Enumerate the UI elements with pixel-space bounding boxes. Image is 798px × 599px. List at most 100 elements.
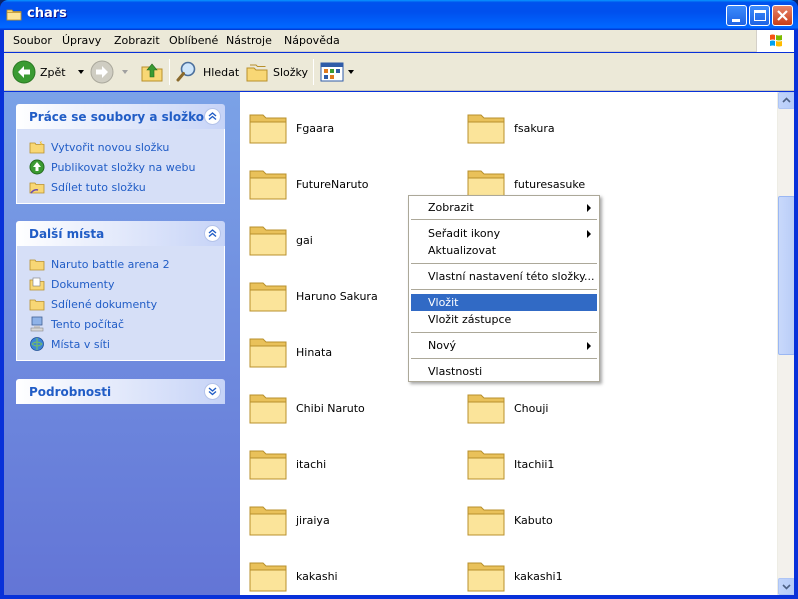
ctx-paste-shortcut[interactable]: Vložit zástupce xyxy=(411,311,597,328)
back-button[interactable]: Zpět xyxy=(12,58,84,86)
toolbar-separator xyxy=(169,59,170,85)
network-icon xyxy=(30,337,44,351)
folder-item[interactable]: Hinata xyxy=(248,330,332,374)
folder-name: Haruno Sakura xyxy=(296,289,378,303)
views-dropdown-icon[interactable] xyxy=(348,70,354,74)
maximize-button[interactable] xyxy=(749,5,770,26)
menu-separator xyxy=(411,219,597,220)
folder-item[interactable]: kakashi1 xyxy=(466,554,563,595)
forward-dropdown-icon[interactable] xyxy=(122,70,128,74)
folder-item[interactable]: Itachii1 xyxy=(466,442,554,486)
scroll-down-button[interactable] xyxy=(778,578,795,595)
collapse-chevron-icon[interactable] xyxy=(204,225,221,242)
folder-icon xyxy=(29,259,45,271)
folder-name: Itachii1 xyxy=(514,457,555,471)
ctx-customize-folder[interactable]: Vlastní nastavení této složky... xyxy=(411,268,597,285)
file-folder-tasks-panel: Práce se soubory a složkou Vytvořit novo… xyxy=(16,104,225,204)
folder-item[interactable]: fsakura xyxy=(466,106,555,150)
folder-item[interactable]: Haruno Sakura xyxy=(248,274,378,318)
folder-item[interactable]: gai xyxy=(248,218,313,262)
back-dropdown-icon[interactable] xyxy=(77,70,84,74)
folder-name: Fgaara xyxy=(296,121,335,135)
submenu-arrow-icon xyxy=(587,230,591,238)
menu-napoveda[interactable]: Nápověda xyxy=(284,34,340,47)
menu-separator xyxy=(411,289,597,290)
window-frame-left xyxy=(0,30,4,599)
other-places-panel: Další místa Naruto battle arena 2 Dokume… xyxy=(16,221,225,361)
folder-item[interactable]: Chouji xyxy=(466,386,548,430)
folder-item[interactable]: jiraiya xyxy=(248,498,330,542)
folder-icon xyxy=(467,562,505,592)
folder-item[interactable]: Chibi Naruto xyxy=(248,386,365,430)
task-new-folder[interactable]: Vytvořit novou složku xyxy=(17,137,224,157)
ctx-refresh[interactable]: Aktualizovat xyxy=(411,242,597,259)
forward-button[interactable] xyxy=(90,58,128,86)
menu-nastroje[interactable]: Nástroje xyxy=(226,34,272,47)
place-network[interactable]: Místa v síti xyxy=(17,334,224,354)
menu-oblibene[interactable]: Oblíbené xyxy=(169,34,218,47)
folders-button[interactable]: Složky xyxy=(245,58,308,86)
menu-separator xyxy=(411,263,597,264)
folder-name: Chouji xyxy=(514,401,549,415)
task-label: Vytvořit novou složku xyxy=(51,140,170,154)
folder-icon xyxy=(249,338,287,368)
windows-logo xyxy=(756,30,794,52)
panel-header[interactable]: Podrobnosti xyxy=(16,379,225,404)
folder-name: kakashi xyxy=(296,569,338,583)
place-label: Sdílené dokumenty xyxy=(51,297,158,311)
ctx-label: Seřadit ikony xyxy=(428,227,501,240)
scroll-up-button[interactable] xyxy=(778,92,795,109)
folder-item[interactable]: FutureNaruto xyxy=(248,162,369,206)
expand-chevron-icon[interactable] xyxy=(204,383,221,400)
views-button[interactable] xyxy=(320,58,354,86)
ctx-new[interactable]: Nový xyxy=(411,337,597,354)
ctx-paste[interactable]: Vložit xyxy=(411,294,597,311)
publish-web-icon xyxy=(29,159,45,175)
folder-item[interactable]: itachi xyxy=(248,442,326,486)
standard-toolbar: Zpět Hledat Složky xyxy=(4,53,794,91)
up-folder-button[interactable] xyxy=(140,58,164,86)
menu-zobrazit[interactable]: Zobrazit xyxy=(114,34,160,47)
menu-soubor[interactable]: Soubor xyxy=(13,34,52,47)
vertical-scrollbar[interactable] xyxy=(777,92,795,595)
ctx-label: Vlastnosti xyxy=(428,365,483,378)
ctx-arrange-icons[interactable]: Seřadit ikony xyxy=(411,225,597,242)
folder-name: kakashi1 xyxy=(514,569,563,583)
folders-icon xyxy=(246,64,268,82)
place-shared-documents[interactable]: Sdílené dokumenty xyxy=(17,294,224,314)
folder-item[interactable]: kakashi xyxy=(248,554,338,595)
place-my-computer[interactable]: Tento počítač xyxy=(17,314,224,334)
panel-title: Podrobnosti xyxy=(29,385,112,399)
task-publish-web[interactable]: Publikovat složky na webu xyxy=(17,157,224,177)
ctx-label: Aktualizovat xyxy=(428,244,497,257)
back-label: Zpět xyxy=(40,65,66,79)
window-frame-bottom xyxy=(0,595,798,599)
ctx-view[interactable]: Zobrazit xyxy=(411,199,597,216)
folder-name: Hinata xyxy=(296,345,333,359)
menu-upravy[interactable]: Úpravy xyxy=(62,34,101,47)
new-folder-icon xyxy=(29,140,45,154)
details-panel: Podrobnosti xyxy=(16,379,225,404)
folder-icon xyxy=(6,9,22,21)
folder-item[interactable]: Kabuto xyxy=(466,498,553,542)
folder-item[interactable]: Fgaara xyxy=(248,106,334,150)
window-frame-right xyxy=(794,30,798,599)
scroll-thumb[interactable] xyxy=(778,196,795,355)
place-naruto-battle-arena[interactable]: Naruto battle arena 2 xyxy=(17,254,224,274)
panel-body: Vytvořit novou složku Publikovat složky … xyxy=(16,129,225,204)
minimize-button[interactable] xyxy=(726,5,747,26)
place-documents[interactable]: Dokumenty xyxy=(17,274,224,294)
panel-title: Práce se soubory a složkou xyxy=(29,110,213,124)
panel-header[interactable]: Další místa xyxy=(16,221,225,246)
collapse-chevron-icon[interactable] xyxy=(204,108,221,125)
place-label: Tento počítač xyxy=(51,317,125,331)
search-button[interactable]: Hledat xyxy=(175,58,239,86)
close-button[interactable] xyxy=(772,5,793,26)
task-share-folder[interactable]: Sdílet tuto složku xyxy=(17,177,224,197)
title-bar[interactable]: chars xyxy=(0,0,798,30)
content-area: Práce se soubory a složkou Vytvořit novo… xyxy=(4,92,795,595)
folder-icon xyxy=(467,506,505,536)
panel-header[interactable]: Práce se soubory a složkou xyxy=(16,104,225,129)
ctx-properties[interactable]: Vlastnosti xyxy=(411,363,597,380)
task-label: Publikovat složky na webu xyxy=(51,160,196,174)
